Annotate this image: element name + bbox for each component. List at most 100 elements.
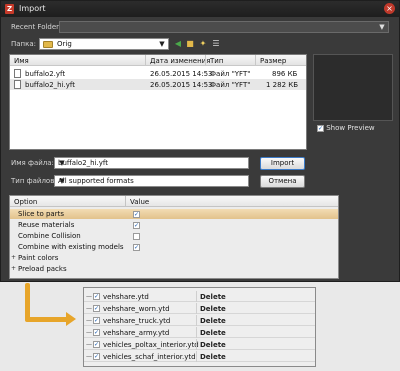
file-name: buffalo2.yft	[25, 70, 66, 78]
options-grid: Option Value Slice to parts ✓ Reuse mate…	[9, 195, 339, 279]
option-label: Reuse materials	[18, 221, 75, 229]
back-icon[interactable]: ◀	[173, 38, 183, 49]
preview-pane	[313, 54, 393, 121]
folder-value: Orig	[57, 40, 72, 48]
callout-arrow-icon	[25, 283, 30, 320]
list-item[interactable]: — ✓ vehicles_poltax_interior.ytd Delete	[84, 339, 315, 350]
collapse-icon[interactable]: —	[86, 305, 92, 312]
collapse-icon[interactable]: —	[86, 293, 92, 300]
file-icon	[14, 69, 21, 78]
option-row[interactable]: Reuse materials ✓	[10, 220, 338, 230]
file-row[interactable]: buffalo2.yft 26.05.2015 14:53 Файл "YFT"…	[10, 68, 306, 79]
recent-folders-dropdown[interactable]: ▼	[59, 21, 389, 33]
folder-label: Папка:	[11, 40, 37, 48]
option-label: Slice to parts	[18, 210, 64, 218]
delete-button[interactable]: Delete	[200, 341, 226, 349]
show-preview-toggle[interactable]: ✓ Show Preview	[317, 124, 375, 132]
column-name[interactable]: Имя	[14, 57, 29, 65]
chevron-down-icon: ▼	[59, 177, 65, 185]
file-size: 896 КБ	[272, 70, 298, 78]
collapse-icon[interactable]: —	[86, 353, 92, 360]
list-item[interactable]: — ✓ vehshare_truck.ytd Delete	[84, 315, 315, 326]
list-item[interactable]: — ✓ vehshare.ytd Delete	[84, 291, 315, 302]
file-list: Имя Дата изменения Тип Размер buffalo2.y…	[9, 54, 307, 150]
group-label: Preload packs	[18, 265, 67, 273]
checkbox-checked[interactable]: ✓	[93, 292, 100, 300]
view-menu-icon[interactable]: ☰	[211, 38, 221, 49]
new-folder-icon[interactable]: ✦	[198, 38, 208, 49]
list-item[interactable]: — ✓ vehicles_schaf_interior.ytd Delete	[84, 351, 315, 362]
delete-button[interactable]: Delete	[200, 293, 226, 301]
collapse-icon[interactable]: —	[86, 329, 92, 336]
pack-name: vehicles_schaf_interior.ytd	[103, 353, 196, 361]
file-type-dropdown[interactable]: All supported formats ▼	[54, 175, 249, 187]
option-group-paint-colors[interactable]: + Paint colors	[10, 253, 338, 263]
option-label: Combine Collision	[18, 232, 81, 240]
preload-packs-list: — ✓ vehshare.ytd Delete — ✓ vehshare_wor…	[83, 287, 316, 367]
callout-arrow-icon	[25, 317, 70, 322]
options-header: Option Value	[10, 196, 338, 207]
checkbox-checked[interactable]: ✓	[133, 210, 140, 218]
import-button[interactable]: Import	[260, 157, 305, 170]
option-row-selected[interactable]: Slice to parts ✓	[10, 209, 338, 219]
arrow-right-icon	[66, 312, 76, 326]
list-item[interactable]: — ✓ vehshare_worn.ytd Delete	[84, 303, 315, 314]
checkbox-checked[interactable]: ✓	[133, 243, 140, 251]
delete-button[interactable]: Delete	[200, 353, 226, 361]
file-name: buffalo2_hi.yft	[25, 81, 76, 89]
file-list-header: Имя Дата изменения Тип Размер	[10, 55, 306, 66]
file-size: 1 282 КБ	[266, 81, 299, 89]
file-type: Файл "YFT"	[210, 70, 251, 78]
column-value: Value	[130, 198, 150, 206]
delete-button[interactable]: Delete	[200, 305, 226, 313]
pack-name: vehshare.ytd	[103, 293, 149, 301]
folder-dropdown[interactable]: Orig ▼	[39, 38, 169, 50]
import-dialog: Z Import × Recent Folders: ▼ Папка: Orig…	[0, 0, 400, 282]
checkbox-checked[interactable]: ✓	[133, 221, 140, 229]
checkbox-unchecked[interactable]	[133, 232, 140, 240]
delete-button[interactable]: Delete	[200, 329, 226, 337]
column-type[interactable]: Тип	[210, 57, 223, 65]
pack-name: vehicles_poltax_interior.ytd	[103, 341, 199, 349]
file-name-field[interactable]: buffalo2_hi.yft ▼	[54, 157, 249, 169]
file-type: Файл "YFT"	[210, 81, 251, 89]
option-row[interactable]: Combine Collision	[10, 231, 338, 241]
expand-icon[interactable]: +	[11, 254, 16, 261]
file-date: 26.05.2015 14:53	[150, 81, 213, 89]
title-bar: Z Import ×	[1, 1, 399, 17]
checkbox-checked[interactable]: ✓	[93, 328, 100, 336]
file-type-label: Тип файлов:	[11, 177, 57, 185]
column-date[interactable]: Дата изменения	[150, 57, 210, 65]
checkbox-checked[interactable]: ✓	[93, 340, 100, 348]
file-icon	[14, 80, 21, 89]
checkbox-checked[interactable]: ✓	[93, 304, 100, 312]
chevron-down-icon: ▼	[379, 23, 385, 31]
file-row-selected[interactable]: buffalo2_hi.yft 26.05.2015 14:53 Файл "Y…	[10, 79, 306, 90]
collapse-icon[interactable]: —	[86, 317, 92, 324]
option-row[interactable]: Combine with existing models ✓	[10, 242, 338, 252]
collapse-icon[interactable]: —	[86, 341, 92, 348]
checkbox-checked[interactable]: ✓	[93, 352, 100, 360]
pack-name: vehshare_worn.ytd	[103, 305, 170, 313]
window-title: Import	[19, 4, 46, 13]
checkbox-checked[interactable]: ✓	[93, 316, 100, 324]
close-button[interactable]: ×	[384, 3, 395, 14]
file-date: 26.05.2015 14:53	[150, 70, 213, 78]
group-label: Paint colors	[18, 254, 59, 262]
delete-button[interactable]: Delete	[200, 317, 226, 325]
folder-icon	[43, 41, 53, 48]
up-folder-icon[interactable]: ■	[185, 38, 195, 49]
option-group-preload-packs[interactable]: + Preload packs	[10, 264, 338, 274]
checkbox-checked[interactable]: ✓	[317, 124, 324, 132]
option-label: Combine with existing models	[18, 243, 124, 251]
column-option: Option	[14, 198, 38, 206]
file-name-label: Имя файла:	[11, 159, 54, 167]
recent-folders-label: Recent Folders:	[11, 23, 66, 31]
list-item[interactable]: — ✓ vehshare_army.ytd Delete	[84, 327, 315, 338]
expand-icon[interactable]: +	[11, 265, 16, 272]
column-size[interactable]: Размер	[260, 57, 286, 65]
chevron-down-icon: ▼	[159, 40, 165, 48]
cancel-button[interactable]: Отмена	[260, 175, 305, 188]
show-preview-label: Show Preview	[326, 124, 375, 132]
file-type-value: All supported formats	[58, 177, 134, 185]
